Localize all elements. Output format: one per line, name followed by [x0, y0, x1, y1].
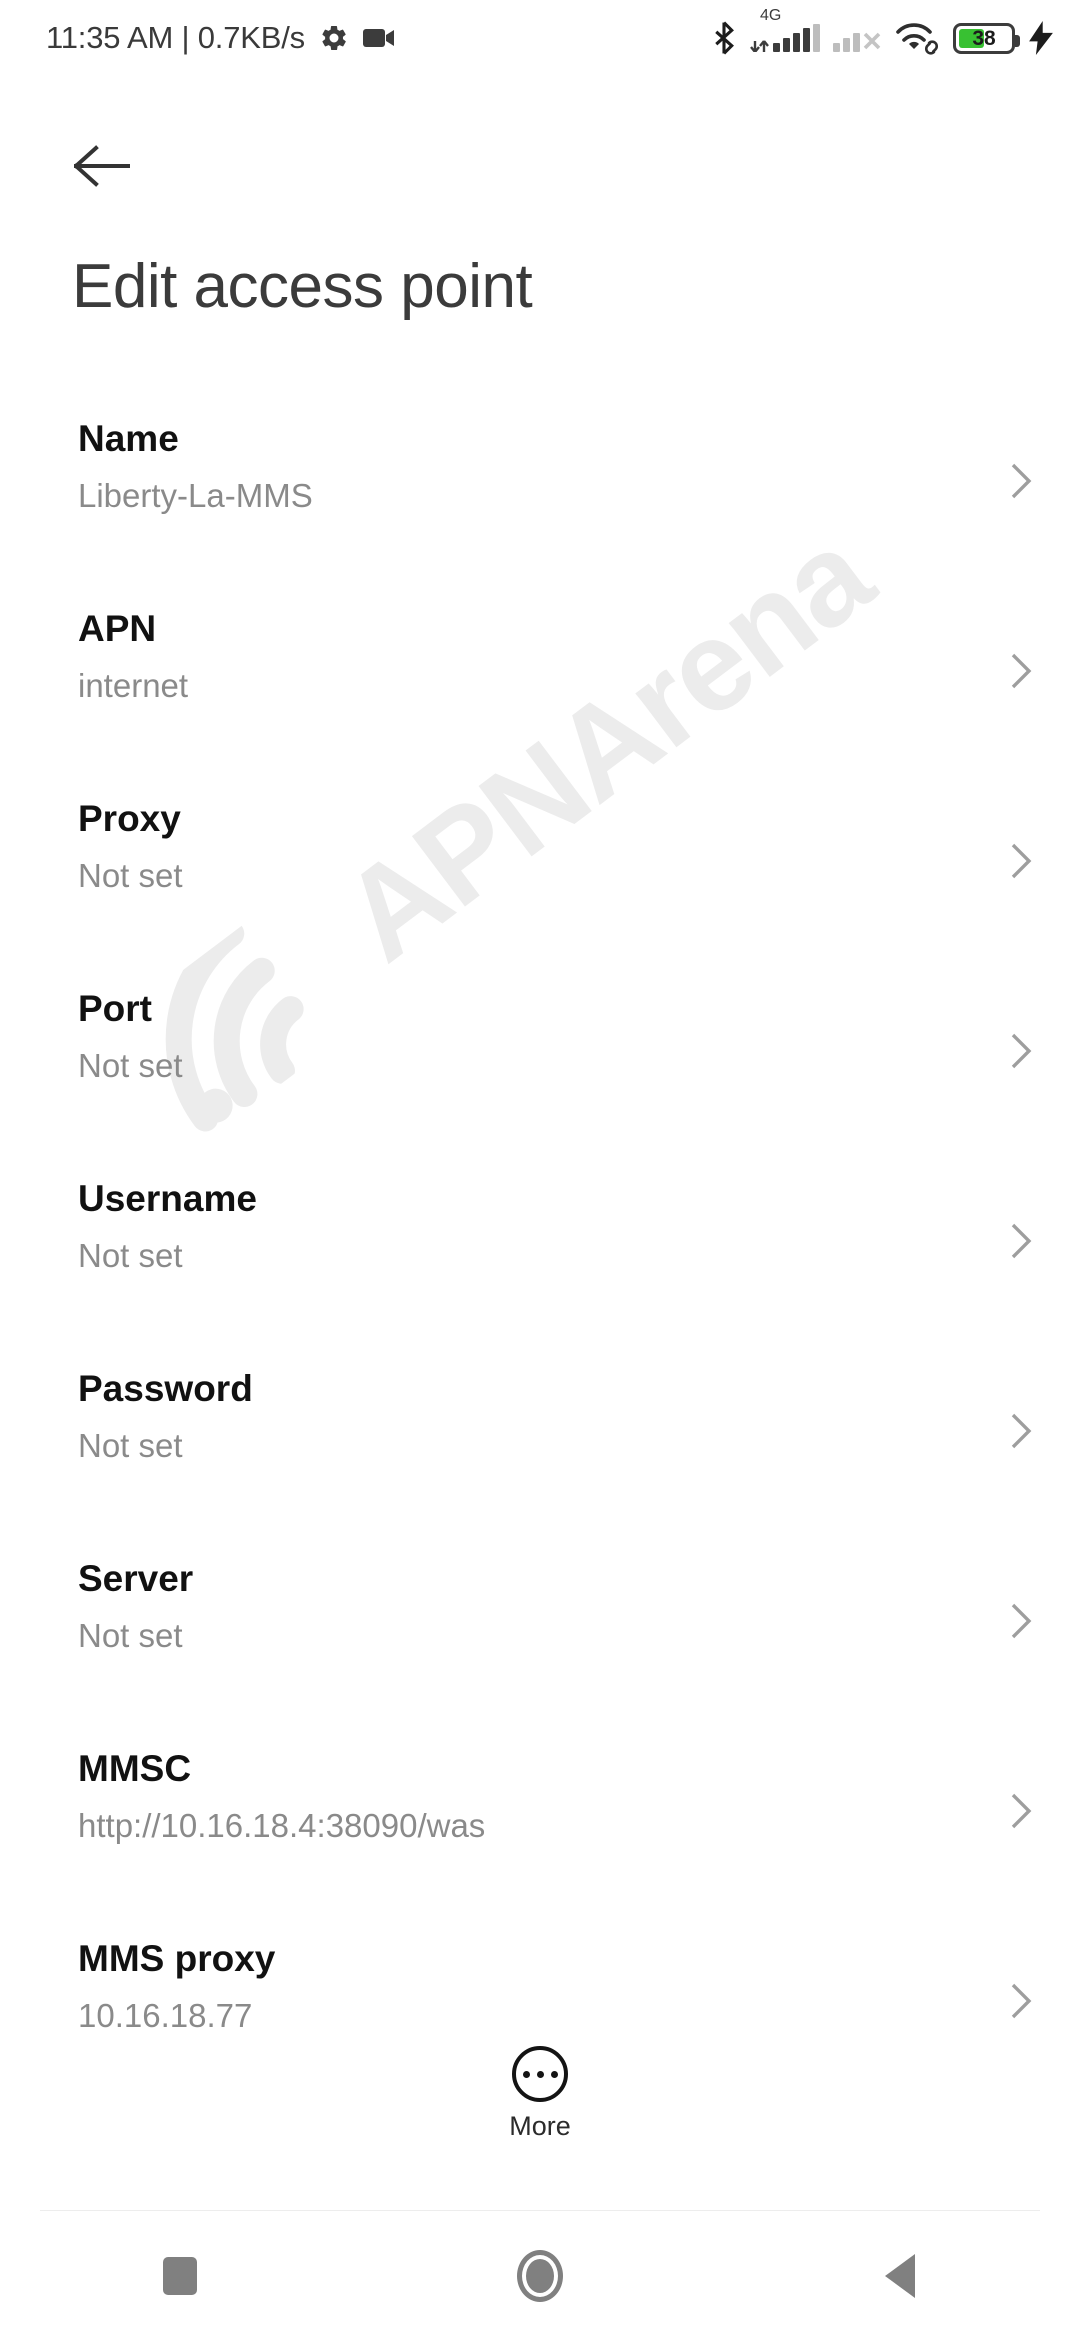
row-value: internet — [78, 667, 189, 704]
settings-row-port[interactable]: Port Not set — [0, 984, 1080, 1174]
settings-row-mmsc[interactable]: MMSC http://10.16.18.4:38090/was — [0, 1744, 1080, 1934]
row-value: Not set — [78, 1617, 183, 1654]
nav-home-button[interactable] — [460, 2212, 620, 2340]
status-bar: 11:35 AM | 0.7KB/s 4G 38 — [0, 0, 1080, 76]
dot — [522, 2070, 530, 2078]
back-button[interactable] — [62, 126, 142, 206]
row-title: MMS proxy — [78, 1938, 276, 1979]
square-icon — [163, 2257, 197, 2295]
settings-row-name[interactable]: Name Liberty-La-MMS — [0, 414, 1080, 604]
status-time-and-speed: 11:35 AM | 0.7KB/s — [46, 20, 305, 55]
gear-icon — [322, 25, 346, 50]
signal-sim2-off-icon — [833, 25, 883, 52]
status-bar-right: 4G 38 — [711, 7, 1054, 55]
bluetooth-icon — [715, 21, 734, 55]
row-value: 10.16.18.77 — [78, 1997, 253, 2034]
row-title: Port — [78, 988, 152, 1029]
page-title: Edit access point — [72, 252, 533, 321]
status-bar-left: 11:35 AM | 0.7KB/s — [46, 20, 397, 56]
chevron-right-icon — [1011, 1413, 1032, 1449]
row-title: MMSC — [78, 1748, 192, 1789]
row-title: Server — [78, 1558, 194, 1599]
chevron-right-icon — [1011, 1793, 1032, 1829]
chevron-right-icon — [1011, 653, 1032, 689]
video-camera-icon — [362, 29, 394, 47]
row-title: Password — [78, 1368, 253, 1409]
nav-recents-button[interactable] — [100, 2212, 260, 2340]
row-value: Not set — [78, 1047, 183, 1084]
row-value: Liberty-La-MMS — [78, 477, 313, 514]
chevron-right-icon — [1011, 1033, 1032, 1069]
row-title: APN — [78, 608, 157, 649]
circle-icon — [517, 2250, 563, 2302]
signal-4g-icon: 4G — [750, 7, 820, 52]
dot — [550, 2070, 558, 2078]
row-value: Not set — [78, 1427, 183, 1464]
nav-back-button[interactable] — [820, 2212, 980, 2340]
row-title: Name — [78, 418, 179, 459]
settings-row-password[interactable]: Password Not set — [0, 1364, 1080, 1554]
chevron-right-icon — [1011, 1983, 1032, 2019]
data-arrows-icon — [750, 39, 769, 52]
settings-list: Name Liberty-La-MMS APN internet Proxy N… — [0, 414, 1080, 2124]
row-title: Proxy — [78, 798, 181, 839]
more-dots-circle-icon — [512, 2046, 568, 2102]
wifi-link-icon — [896, 23, 939, 55]
more-button[interactable]: More — [0, 2046, 1080, 2140]
arrow-left-icon — [74, 145, 130, 187]
settings-row-username[interactable]: Username Not set — [0, 1174, 1080, 1364]
chevron-right-icon — [1011, 1223, 1032, 1259]
dot — [536, 2070, 544, 2078]
row-title: Username — [78, 1178, 257, 1219]
row-value: http://10.16.18.4:38090/was — [78, 1807, 486, 1844]
charging-bolt-icon — [1029, 21, 1053, 55]
network-type-label: 4G — [760, 6, 782, 24]
signal-x-icon — [863, 32, 881, 49]
battery-icon: 38 — [953, 22, 1020, 54]
more-label: More — [509, 2111, 571, 2141]
settings-row-server[interactable]: Server Not set — [0, 1554, 1080, 1744]
triangle-left-icon — [885, 2254, 915, 2298]
chevron-right-icon — [1011, 843, 1032, 879]
chevron-right-icon — [1011, 1603, 1032, 1639]
row-value: Not set — [78, 1237, 183, 1274]
battery-level-text: 38 — [972, 26, 996, 50]
settings-row-apn[interactable]: APN internet — [0, 604, 1080, 794]
navigation-bar — [0, 2212, 1080, 2340]
nav-divider — [40, 2210, 1040, 2211]
settings-row-proxy[interactable]: Proxy Not set — [0, 794, 1080, 984]
chevron-right-icon — [1011, 463, 1032, 499]
row-value: Not set — [78, 857, 183, 894]
